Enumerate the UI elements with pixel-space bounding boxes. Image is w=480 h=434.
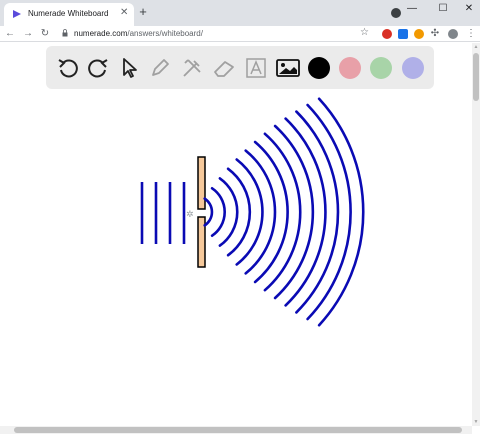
back-arrow-icon[interactable]: ← — [4, 27, 16, 41]
wavefront-arc — [226, 167, 252, 257]
color-swatch-lavender[interactable] — [402, 57, 424, 79]
color-swatch-green[interactable] — [370, 57, 392, 79]
wavefront-arc — [203, 197, 214, 227]
pencil-icon[interactable] — [148, 56, 172, 80]
forward-arrow-icon[interactable]: → — [22, 27, 34, 41]
address-bar[interactable]: numerade.com/answers/whiteboard/ ☆ — [56, 27, 374, 40]
vertical-scroll-thumb[interactable] — [473, 53, 479, 101]
extension-blue-icon[interactable] — [398, 29, 408, 39]
browser-toolbar: ← → ↻ numerade.com/answers/whiteboard/ ☆… — [0, 26, 480, 42]
numerade-logo-icon — [13, 10, 21, 18]
pointer-icon[interactable] — [118, 56, 142, 80]
maximize-button[interactable]: ☐ — [436, 3, 450, 15]
wavefront-arc — [253, 140, 289, 284]
minimize-button[interactable]: — — [405, 3, 419, 15]
scroll-up-arrow-icon[interactable]: ▲ — [472, 43, 480, 51]
browser-menu-icon[interactable]: ⋮ — [466, 27, 476, 41]
text-icon[interactable] — [244, 56, 268, 80]
extension-orange-icon[interactable] — [414, 29, 424, 39]
whiteboard-drawing: ✲ — [140, 97, 365, 327]
vertical-scrollbar[interactable]: ▲ ▼ — [472, 43, 480, 426]
reload-icon[interactable]: ↻ — [39, 27, 51, 41]
url-host: numerade.com — [74, 29, 128, 38]
whiteboard-toolbar — [46, 46, 434, 89]
slit-marker-icon: ✲ — [186, 210, 194, 220]
image-icon[interactable] — [276, 56, 300, 80]
bookmark-star-icon[interactable]: ☆ — [360, 27, 369, 39]
tools-icon[interactable] — [180, 56, 204, 80]
whiteboard-canvas[interactable]: ✲ — [0, 43, 472, 426]
wavefront-arc — [210, 187, 226, 237]
extension-red-icon[interactable] — [382, 29, 392, 39]
url-path: /answers/whiteboard/ — [127, 29, 203, 38]
slit-barrier: ✲ — [186, 156, 206, 268]
diffracted-waves — [203, 97, 365, 327]
barrier-upper — [197, 156, 206, 210]
new-tab-button[interactable]: + — [136, 5, 150, 19]
eraser-icon[interactable] — [212, 56, 236, 80]
horizontal-scrollbar[interactable] — [0, 426, 472, 434]
color-swatch-black[interactable] — [308, 57, 330, 79]
close-window-button[interactable]: ✕ — [462, 3, 476, 15]
scroll-down-arrow-icon[interactable]: ▼ — [472, 418, 480, 426]
horizontal-scroll-thumb[interactable] — [14, 427, 462, 433]
tab-numerade-whiteboard[interactable]: Numerade Whiteboard ✕ — [4, 3, 134, 26]
profile-avatar[interactable] — [448, 29, 458, 39]
extensions-puzzle-icon[interactable]: ✣ — [429, 27, 441, 41]
tab-title: Numerade Whiteboard — [28, 9, 109, 18]
wavefront-arc — [218, 177, 239, 247]
wavefront-arc — [295, 110, 340, 314]
profile-icon[interactable] — [391, 8, 401, 18]
tab-close-icon[interactable]: ✕ — [120, 7, 128, 19]
lock-icon — [62, 29, 68, 37]
color-swatch-pink[interactable] — [339, 57, 361, 79]
undo-icon[interactable] — [56, 56, 80, 80]
incident-plane-waves — [140, 182, 186, 244]
tab-strip: Numerade Whiteboard ✕ + — ☐ ✕ — [0, 0, 480, 26]
url-text: numerade.com/answers/whiteboard/ — [74, 28, 203, 39]
redo-icon[interactable] — [86, 56, 110, 80]
